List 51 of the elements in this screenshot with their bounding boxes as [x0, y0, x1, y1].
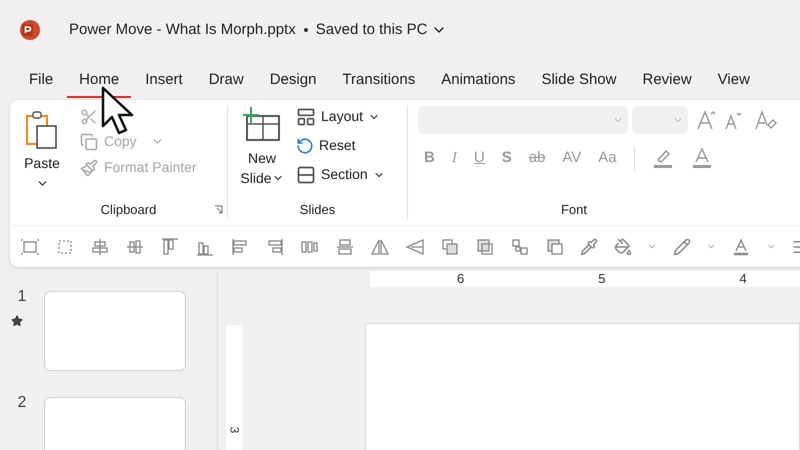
toolbar-icon[interactable] [405, 236, 425, 256]
toolbar-icon[interactable] [20, 236, 40, 256]
app-logo-icon [19, 19, 41, 41]
slide-number: 1 [18, 287, 26, 307]
clear-formatting-icon[interactable] [754, 109, 778, 131]
reset-icon [296, 136, 314, 154]
ribbon-tab[interactable]: Review [630, 62, 704, 98]
toolbar-icon[interactable] [614, 236, 632, 256]
slide-thumbnail[interactable] [44, 291, 186, 371]
ruler-number: 3 [226, 426, 242, 434]
new-slide-icon [243, 106, 281, 142]
clipboard-icon [24, 110, 60, 150]
paintbrush-icon [80, 158, 98, 176]
toolbar-icon[interactable] [90, 236, 110, 256]
group-label: Clipboard [100, 200, 156, 219]
toolbar-icon[interactable] [545, 236, 565, 256]
section-icon [296, 164, 316, 184]
slides-command-button[interactable]: Reset [296, 135, 385, 156]
ribbon-tab[interactable]: Insert [133, 62, 195, 98]
scissors-icon[interactable] [80, 108, 98, 126]
slides-command-button[interactable]: Section [296, 164, 385, 185]
ruler-number: 6 [457, 270, 464, 288]
toolbar-icon[interactable] [160, 236, 180, 256]
slides-command-button[interactable]: Layout [296, 106, 385, 127]
slide-number: 2 [18, 393, 26, 413]
animation-star-icon [11, 315, 23, 327]
ribbon-tab[interactable]: File [17, 62, 66, 98]
ribbon-tab[interactable]: Slide Show [529, 62, 628, 98]
ribbon-tab[interactable]: Animations [429, 62, 528, 98]
layout-icon [296, 106, 316, 126]
dialog-launcher-icon[interactable] [214, 204, 223, 214]
group-label: Slides [300, 200, 336, 218]
toolbar-icon[interactable] [335, 236, 355, 256]
save-status-button[interactable]: Saved to this PC [316, 18, 448, 42]
ruler-number: 4 [739, 270, 747, 288]
document-title: Power Move - What Is Morph.pptx [69, 20, 296, 40]
toolbar-icon[interactable] [440, 236, 460, 256]
ribbon-tab[interactable]: Transitions [330, 62, 428, 98]
paste-button[interactable]: Paste [10, 106, 74, 200]
ribbon-tab[interactable]: View [706, 62, 762, 98]
new-slide-button[interactable]: New Slide [238, 106, 286, 200]
group-label: Font [560, 200, 587, 218]
copy-icon [80, 132, 98, 150]
toolbar-icon[interactable] [580, 236, 599, 256]
ribbon-tab[interactable]: Design [258, 62, 328, 98]
ruler-number: 5 [598, 270, 606, 288]
toolbar-icon[interactable] [475, 236, 495, 256]
ribbon-tab[interactable]: Draw [196, 62, 256, 98]
toolbar-icon[interactable] [672, 236, 691, 256]
increase-font-size-icon[interactable] [696, 109, 718, 131]
toolbar-icon[interactable] [510, 236, 530, 256]
